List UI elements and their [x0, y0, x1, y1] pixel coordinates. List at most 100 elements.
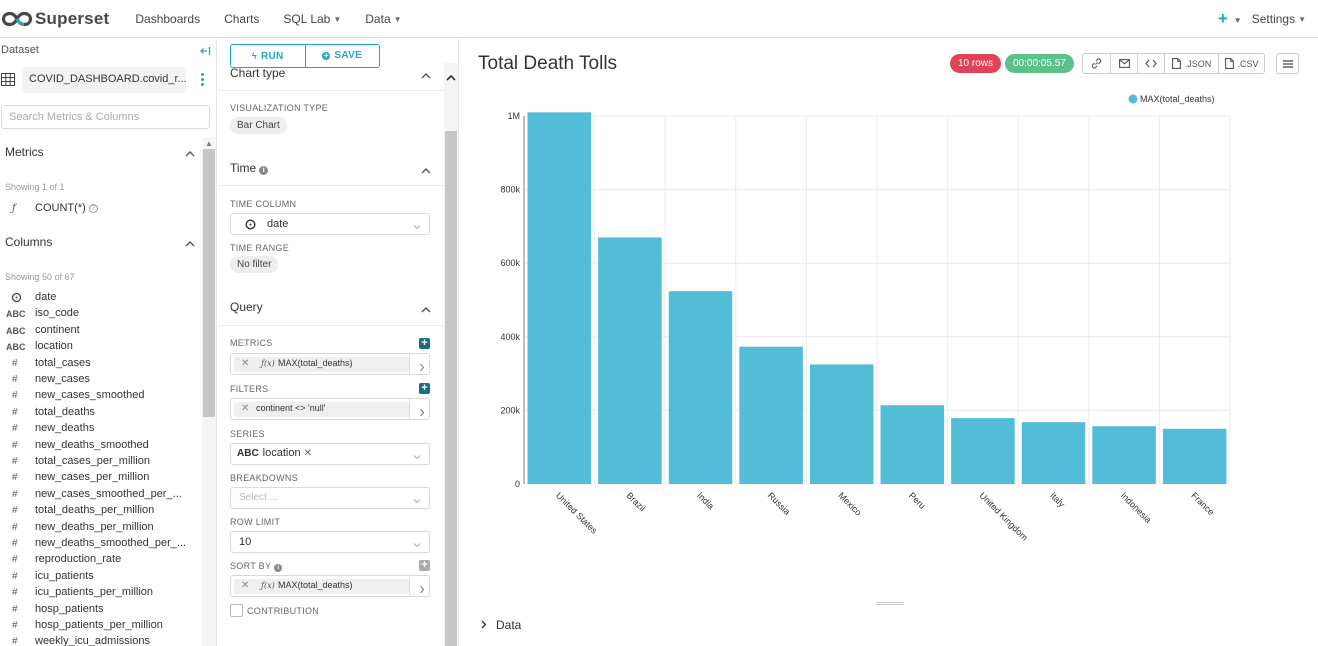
column-item[interactable]: # total_deaths_per_million [0, 503, 200, 519]
column-item[interactable]: # new_deaths [0, 421, 200, 437]
row-limit-select[interactable]: 10 [230, 531, 430, 553]
column-name: new_cases [35, 373, 91, 385]
share-email-button[interactable] [1110, 53, 1138, 74]
column-item[interactable]: date [0, 290, 200, 306]
dataset-name[interactable]: COVID_DASHBOARD.covid_r... [22, 67, 186, 93]
nav-data[interactable]: Data ▼ [365, 12, 401, 26]
function-icon: ƒ [12, 203, 16, 214]
metrics-section-header[interactable]: Metrics [5, 145, 195, 161]
metric-field[interactable]: ✕ ƒ(x) MAX(total_deaths) [230, 353, 430, 375]
bar [598, 237, 662, 484]
column-item[interactable]: # icu_patients [0, 569, 200, 585]
export-json-button[interactable]: .JSON [1164, 53, 1219, 74]
column-item[interactable]: # icu_patients_per_million [0, 585, 200, 601]
row-limit-value: 10 [239, 536, 252, 548]
column-item[interactable]: # total_cases [0, 356, 200, 372]
numeric-type-icon: # [12, 636, 18, 646]
metric-tag[interactable]: ✕ ƒ(x) MAX(total_deaths) [234, 357, 409, 372]
viz-type-pill[interactable]: Bar Chart [230, 117, 287, 134]
add-metric-icon[interactable]: + [419, 338, 430, 349]
sort-by-field[interactable]: ✕ ƒ(x) MAX(total_deaths) [230, 575, 430, 597]
save-button[interactable]: + SAVE [306, 45, 380, 67]
series-tag[interactable]: ABC location ✕ [237, 447, 312, 462]
column-item[interactable]: # new_cases_per_million [0, 470, 200, 486]
nav-sql-lab[interactable]: SQL Lab ▼ [283, 12, 341, 26]
column-item[interactable]: # new_cases_smoothed [0, 388, 200, 404]
nav-charts[interactable]: Charts [224, 12, 259, 26]
add-sort-icon[interactable]: + [419, 560, 430, 571]
column-item[interactable]: ABC location [0, 339, 200, 355]
chart-type-section-header[interactable]: Chart type [230, 66, 431, 80]
remove-icon[interactable]: ✕ [241, 580, 249, 591]
series-select[interactable]: ABC location ✕ [230, 443, 430, 465]
sort-by-label-text: SORT BY [230, 561, 272, 571]
numeric-type-icon: # [12, 423, 18, 435]
column-item[interactable]: # new_cases_smoothed_per_... [0, 487, 200, 503]
column-item[interactable]: # new_cases [0, 372, 200, 388]
column-item[interactable]: # total_deaths [0, 405, 200, 421]
column-item[interactable]: # weekly_icu_admissions [0, 634, 200, 646]
numeric-type-icon: # [12, 488, 18, 500]
contribution-label: CONTRIBUTION [247, 606, 320, 616]
contribution-checkbox[interactable] [230, 604, 243, 617]
settings-menu[interactable]: Settings ▼ [1252, 12, 1306, 26]
copy-link-button[interactable] [1082, 53, 1111, 74]
remove-icon[interactable]: ✕ [241, 358, 249, 369]
time-column-select[interactable]: date [230, 213, 430, 235]
chevron-right-icon[interactable] [419, 581, 425, 594]
column-item[interactable]: # new_deaths_smoothed_per_... [0, 536, 200, 552]
filter-tag[interactable]: ✕ continent <> 'null' [234, 402, 409, 417]
column-item[interactable]: # hosp_patients [0, 602, 200, 618]
chart-title[interactable]: Total Death Tolls [478, 53, 617, 75]
divider [218, 325, 444, 326]
time-column-value: date [267, 218, 289, 230]
column-item[interactable]: # new_deaths_per_million [0, 520, 200, 536]
data-panel-toggle[interactable]: Data [480, 618, 521, 632]
remove-icon[interactable]: ✕ [241, 403, 249, 414]
column-item[interactable]: # hosp_patients_per_million [0, 618, 200, 634]
scroll-up-icon[interactable]: ▲ [205, 139, 213, 148]
column-item[interactable]: # new_deaths_smoothed [0, 438, 200, 454]
divider [409, 399, 410, 419]
column-item[interactable]: # reproduction_rate [0, 552, 200, 568]
dataset-menu-icon[interactable] [199, 73, 205, 87]
metric-item[interactable]: ƒ COUNT(*)? [0, 201, 200, 217]
embed-code-button[interactable] [1137, 53, 1165, 74]
scroll-up-icon[interactable] [446, 69, 456, 81]
column-item[interactable]: ABC continent [0, 323, 200, 339]
function-icon: ƒ(x) [261, 581, 275, 590]
sort-by-tag[interactable]: ✕ ƒ(x) MAX(total_deaths) [234, 579, 409, 594]
column-item[interactable]: ABC iso_code [0, 306, 200, 322]
numeric-type-icon: # [12, 538, 18, 549]
dataset-scrollbar-thumb[interactable] [203, 149, 215, 417]
column-item[interactable]: # total_cases_per_million [0, 454, 200, 470]
brand[interactable]: Superset [2, 9, 109, 29]
chevron-up-icon [421, 69, 431, 79]
nav-dashboards[interactable]: Dashboards [135, 12, 200, 26]
chevron-right-icon[interactable] [419, 359, 425, 372]
time-range-pill[interactable]: No filter [230, 256, 279, 273]
breakdowns-select[interactable]: Select ... [230, 487, 430, 509]
columns-section-header[interactable]: Columns [5, 235, 195, 251]
resize-handle[interactable] [876, 602, 904, 605]
run-button[interactable]: ϟ RUN [231, 45, 306, 67]
time-section-header[interactable]: Time i [230, 161, 431, 175]
column-name: total_cases [35, 356, 91, 369]
caret-down-icon: ▼ [1298, 15, 1306, 24]
chevron-right-icon[interactable] [419, 404, 425, 417]
file-icon [1224, 58, 1234, 69]
control-scrollbar-thumb[interactable] [445, 131, 457, 646]
chart-menu-button[interactable] [1276, 53, 1299, 74]
add-filter-icon[interactable]: + [419, 383, 430, 394]
query-section-header[interactable]: Query [230, 300, 431, 314]
export-csv-button[interactable]: .CSV [1218, 53, 1265, 74]
collapse-panel-icon[interactable] [199, 44, 211, 56]
string-type-icon: ABC [6, 309, 26, 320]
search-metrics-columns-input[interactable] [1, 105, 210, 129]
chart-panel: Total Death Tolls 10 rows 00:00:05.57 .J… [460, 39, 1318, 646]
new-menu[interactable]: + ▼ [1218, 9, 1242, 29]
remove-icon[interactable]: ✕ [304, 448, 312, 459]
y-tick-label: 0 [515, 479, 520, 489]
columns-showing-count: Showing 50 of 67 [5, 272, 75, 282]
filter-field[interactable]: ✕ continent <> 'null' [230, 398, 430, 420]
